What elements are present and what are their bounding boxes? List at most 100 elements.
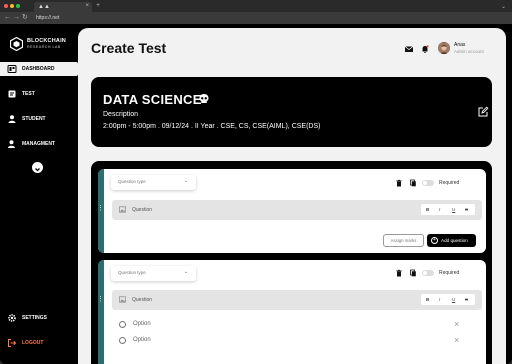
page-title: Create Test <box>91 40 167 56</box>
image-icon[interactable] <box>119 296 126 303</box>
drag-handle-icon[interactable]: ⋮⋮ <box>98 296 111 308</box>
sidebar-item-settings[interactable]: SETTINGS <box>0 311 78 325</box>
image-icon[interactable] <box>119 206 126 213</box>
required-toggle[interactable] <box>422 270 434 276</box>
option-radio[interactable] <box>119 321 126 328</box>
test-meta: 2:00pm - 5:00pm . 09/12/24 . II Year . C… <box>103 123 321 130</box>
sidebar-item-management[interactable]: MANAGMENT <box>0 137 78 151</box>
question-type-select[interactable]: Question type ⌄ <box>111 175 196 190</box>
sidebar-item-dashboard[interactable]: DASHBOARD <box>0 62 78 76</box>
brand-title: BLOCKCHAIN <box>27 38 66 44</box>
gear-icon <box>8 314 16 322</box>
close-window-button[interactable] <box>4 4 8 8</box>
question-type-select[interactable]: Question type ⌄ <box>111 266 196 281</box>
new-tab-icon[interactable]: + <box>96 2 100 9</box>
chevron-down-icon: ⌄ <box>184 178 189 184</box>
tab-menu-icon[interactable]: ⌄ <box>501 3 506 10</box>
option-radio[interactable] <box>119 337 126 344</box>
brand-subtitle: RESEARCH LAB <box>27 45 61 49</box>
copy-icon[interactable] <box>409 269 417 277</box>
app-root: BLOCKCHAIN RESEARCH LAB DASHBOARD TEST S… <box>0 24 512 364</box>
tab-strip: ▲▲ × + ⌄ <box>0 0 512 12</box>
plus-circle-icon: + <box>431 237 438 244</box>
skull-icon <box>199 94 209 103</box>
test-info-card: DATA SCIENCE Description 2:00pm - 5:00pm… <box>91 77 492 147</box>
browser-window: ▲▲ × + ⌄ ← → ↻ https://.net BLOCKCHAIN R… <box>0 0 512 364</box>
add-question-button[interactable]: + Add question <box>427 234 476 247</box>
avatar-image <box>438 43 450 54</box>
tab-close-icon[interactable]: × <box>85 3 89 9</box>
option-row[interactable]: Option × <box>119 335 469 346</box>
cube-logo-icon <box>10 37 23 51</box>
question-placeholder: Question <box>132 297 153 303</box>
underline-button[interactable]: U <box>452 297 455 302</box>
management-icon <box>8 140 15 148</box>
minimize-window-button[interactable] <box>10 4 14 8</box>
italic-button[interactable]: I <box>439 207 440 212</box>
underline-button[interactable]: U <box>452 207 455 212</box>
copy-icon[interactable] <box>409 179 417 187</box>
remove-option-icon[interactable]: × <box>454 319 459 329</box>
question-placeholder: Question <box>132 207 153 213</box>
assign-marks-button[interactable]: Assign marks <box>383 234 424 247</box>
option-label: Option <box>133 321 151 327</box>
forward-icon[interactable]: → <box>13 13 20 23</box>
trash-icon[interactable] <box>395 269 403 277</box>
tab-logo-icon: ▲▲ <box>38 4 50 10</box>
chevron-down-icon <box>35 168 40 172</box>
user-role: Admin account <box>454 49 484 54</box>
strikethrough-button[interactable]: S <box>465 297 468 302</box>
mail-icon[interactable] <box>404 44 414 54</box>
question-card: ⋮⋮ Question type ⌄ Required Question B I… <box>98 169 486 253</box>
question-accent-stripe <box>98 260 104 364</box>
address-bar-row: ← → ↻ https://.net <box>0 12 512 24</box>
test-icon <box>8 90 16 98</box>
brand-logo: BLOCKCHAIN RESEARCH LAB <box>10 36 76 54</box>
trash-icon[interactable] <box>395 179 403 187</box>
formatting-toolbar: B I U S <box>421 204 475 215</box>
required-label: Required <box>439 270 460 276</box>
url-field[interactable]: https://.net <box>36 14 476 22</box>
bell-icon[interactable] <box>420 44 430 54</box>
student-icon <box>8 115 16 123</box>
dashboard-icon <box>7 65 17 73</box>
sidebar-item-label: LOGOUT <box>22 340 44 346</box>
sidebar-item-label: STUDENT <box>22 116 46 122</box>
drag-handle-icon[interactable]: ⋮⋮ <box>98 205 111 217</box>
edit-icon[interactable] <box>477 106 489 118</box>
option-label: Option <box>133 337 151 343</box>
sidebar: BLOCKCHAIN RESEARCH LAB DASHBOARD TEST S… <box>0 24 78 364</box>
italic-button[interactable]: I <box>439 297 440 302</box>
back-icon[interactable]: ← <box>4 13 11 23</box>
required-label: Required <box>439 180 460 186</box>
question-card: ⋮⋮ Question type ⌄ Required Question B I… <box>98 260 486 364</box>
question-input[interactable]: Question B I U S <box>112 200 482 220</box>
option-row[interactable]: Option × <box>119 319 469 330</box>
sidebar-item-logout[interactable]: LOGOUT <box>0 336 78 350</box>
questions-panel: ⋮⋮ Question type ⌄ Required Question B I… <box>91 161 492 364</box>
question-type-placeholder: Question type <box>118 270 146 275</box>
browser-tab[interactable]: ▲▲ × <box>34 2 92 12</box>
sidebar-item-label: MANAGMENT <box>22 141 56 147</box>
sidebar-item-label: DASHBOARD <box>22 66 55 72</box>
required-toggle[interactable] <box>422 180 434 186</box>
test-description: Description <box>103 111 139 118</box>
sidebar-item-label: TEST <box>22 91 35 97</box>
user-name: Anas <box>454 42 466 48</box>
remove-option-icon[interactable]: × <box>454 335 459 345</box>
question-input[interactable]: Question B I U S <box>112 290 482 310</box>
strikethrough-button[interactable]: S <box>465 207 468 212</box>
main-content: Create Test Anas Admin account DATA SCIE… <box>78 28 506 364</box>
bold-button[interactable]: B <box>426 297 429 302</box>
avatar[interactable] <box>438 42 450 54</box>
test-title: DATA SCIENCE <box>103 92 202 107</box>
maximize-window-button[interactable] <box>16 4 20 8</box>
formatting-toolbar: B I U S <box>421 294 475 305</box>
expand-more-button[interactable] <box>32 162 43 173</box>
bold-button[interactable]: B <box>426 207 429 212</box>
sidebar-item-student[interactable]: STUDENT <box>0 112 78 126</box>
reload-icon[interactable]: ↻ <box>22 13 28 23</box>
chevron-down-icon: ⌄ <box>184 269 189 275</box>
logout-icon <box>8 339 17 347</box>
sidebar-item-test[interactable]: TEST <box>0 87 78 101</box>
